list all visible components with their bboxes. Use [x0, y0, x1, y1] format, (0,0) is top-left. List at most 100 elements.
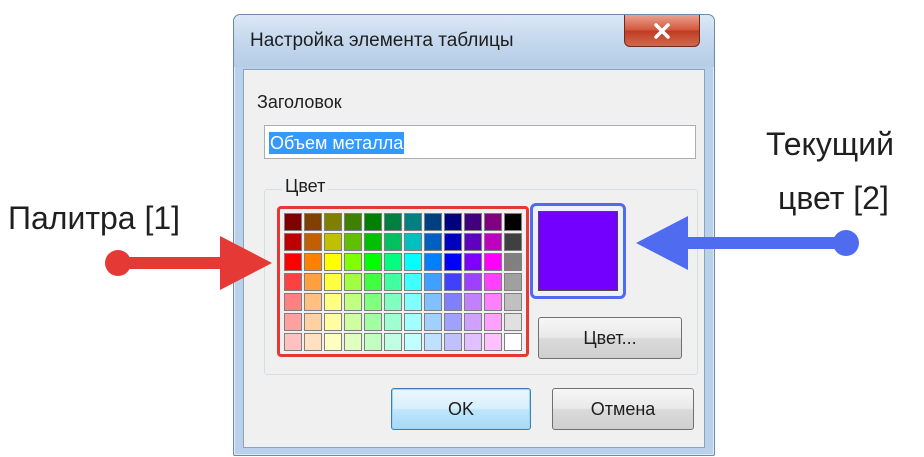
- palette-swatch[interactable]: [484, 253, 502, 271]
- palette-swatch[interactable]: [484, 333, 502, 351]
- palette-swatch[interactable]: [404, 273, 422, 291]
- palette-swatch[interactable]: [384, 253, 402, 271]
- palette-swatch[interactable]: [384, 313, 402, 331]
- palette-swatch[interactable]: [284, 233, 302, 251]
- palette-swatch[interactable]: [464, 213, 482, 231]
- palette-swatch[interactable]: [444, 333, 462, 351]
- palette-swatch[interactable]: [364, 293, 382, 311]
- palette-swatch[interactable]: [364, 273, 382, 291]
- palette-swatch[interactable]: [404, 253, 422, 271]
- choose-color-button[interactable]: Цвет...: [538, 317, 682, 359]
- palette-swatch[interactable]: [384, 213, 402, 231]
- palette-swatch[interactable]: [384, 333, 402, 351]
- palette-swatch[interactable]: [344, 333, 362, 351]
- palette-swatch[interactable]: [324, 293, 342, 311]
- palette-swatch[interactable]: [344, 233, 362, 251]
- palette-swatch[interactable]: [484, 213, 502, 231]
- palette-swatch[interactable]: [484, 293, 502, 311]
- palette-swatch[interactable]: [424, 313, 442, 331]
- palette-swatch[interactable]: [444, 233, 462, 251]
- palette-swatch[interactable]: [444, 313, 462, 331]
- palette-swatch[interactable]: [404, 213, 422, 231]
- palette-swatch[interactable]: [324, 313, 342, 331]
- close-button[interactable]: [624, 15, 700, 47]
- palette-swatch[interactable]: [464, 333, 482, 351]
- palette-swatch[interactable]: [284, 253, 302, 271]
- palette-swatch[interactable]: [364, 253, 382, 271]
- palette-swatch[interactable]: [404, 233, 422, 251]
- palette-swatch[interactable]: [344, 313, 362, 331]
- palette-swatch[interactable]: [304, 233, 322, 251]
- color-group-label: Цвет: [282, 176, 329, 197]
- current-color-swatch: [538, 211, 618, 291]
- palette-swatch[interactable]: [384, 273, 402, 291]
- palette-swatch[interactable]: [424, 213, 442, 231]
- palette-swatch[interactable]: [504, 233, 522, 251]
- color-palette: [277, 206, 529, 357]
- palette-swatch[interactable]: [304, 313, 322, 331]
- palette-swatch[interactable]: [324, 233, 342, 251]
- palette-swatch[interactable]: [344, 293, 362, 311]
- palette-swatch[interactable]: [364, 313, 382, 331]
- current-color-box: [530, 203, 626, 299]
- palette-swatch[interactable]: [484, 273, 502, 291]
- palette-swatch[interactable]: [404, 293, 422, 311]
- palette-swatch[interactable]: [484, 233, 502, 251]
- palette-swatch[interactable]: [504, 333, 522, 351]
- title-bar[interactable]: Настройка элемента таблицы: [234, 15, 714, 67]
- palette-swatch[interactable]: [464, 313, 482, 331]
- palette-swatch[interactable]: [284, 313, 302, 331]
- palette-swatch[interactable]: [284, 333, 302, 351]
- palette-grid: [284, 213, 522, 351]
- palette-swatch[interactable]: [384, 233, 402, 251]
- palette-swatch[interactable]: [424, 253, 442, 271]
- palette-swatch[interactable]: [424, 273, 442, 291]
- palette-swatch[interactable]: [424, 293, 442, 311]
- palette-swatch[interactable]: [344, 253, 362, 271]
- palette-swatch[interactable]: [504, 213, 522, 231]
- palette-swatch[interactable]: [324, 253, 342, 271]
- palette-swatch[interactable]: [304, 273, 322, 291]
- palette-swatch[interactable]: [364, 233, 382, 251]
- palette-swatch[interactable]: [324, 333, 342, 351]
- palette-swatch[interactable]: [304, 333, 322, 351]
- ok-button[interactable]: OK: [391, 388, 531, 430]
- palette-swatch[interactable]: [504, 273, 522, 291]
- annotation-current-color-label-line2: цвет [2]: [778, 180, 889, 216]
- palette-swatch[interactable]: [364, 333, 382, 351]
- palette-swatch[interactable]: [444, 273, 462, 291]
- palette-swatch[interactable]: [344, 213, 362, 231]
- palette-swatch[interactable]: [464, 253, 482, 271]
- palette-swatch[interactable]: [404, 313, 422, 331]
- palette-swatch[interactable]: [464, 293, 482, 311]
- palette-swatch[interactable]: [304, 253, 322, 271]
- palette-swatch[interactable]: [384, 293, 402, 311]
- palette-swatch[interactable]: [504, 293, 522, 311]
- palette-swatch[interactable]: [304, 293, 322, 311]
- palette-swatch[interactable]: [284, 213, 302, 231]
- palette-swatch[interactable]: [504, 253, 522, 271]
- palette-swatch[interactable]: [304, 213, 322, 231]
- palette-swatch[interactable]: [284, 293, 302, 311]
- palette-swatch[interactable]: [484, 313, 502, 331]
- settings-dialog: Настройка элемента таблицы Заголовок Объ…: [233, 14, 715, 456]
- palette-swatch[interactable]: [504, 313, 522, 331]
- palette-swatch[interactable]: [344, 273, 362, 291]
- cancel-button[interactable]: Отмена: [552, 388, 694, 430]
- annotation-current-color-label-line1: Текущий: [766, 126, 894, 162]
- palette-swatch[interactable]: [464, 233, 482, 251]
- palette-swatch[interactable]: [464, 273, 482, 291]
- palette-swatch[interactable]: [364, 213, 382, 231]
- palette-swatch[interactable]: [424, 333, 442, 351]
- palette-swatch[interactable]: [404, 333, 422, 351]
- palette-swatch[interactable]: [444, 293, 462, 311]
- palette-swatch[interactable]: [444, 213, 462, 231]
- palette-swatch[interactable]: [424, 233, 442, 251]
- close-icon: [652, 22, 672, 39]
- header-input-selected-text: Объем металла: [269, 132, 405, 154]
- palette-swatch[interactable]: [444, 253, 462, 271]
- palette-swatch[interactable]: [284, 273, 302, 291]
- palette-swatch[interactable]: [324, 213, 342, 231]
- palette-swatch[interactable]: [324, 273, 342, 291]
- header-input[interactable]: Объем металла: [264, 125, 696, 159]
